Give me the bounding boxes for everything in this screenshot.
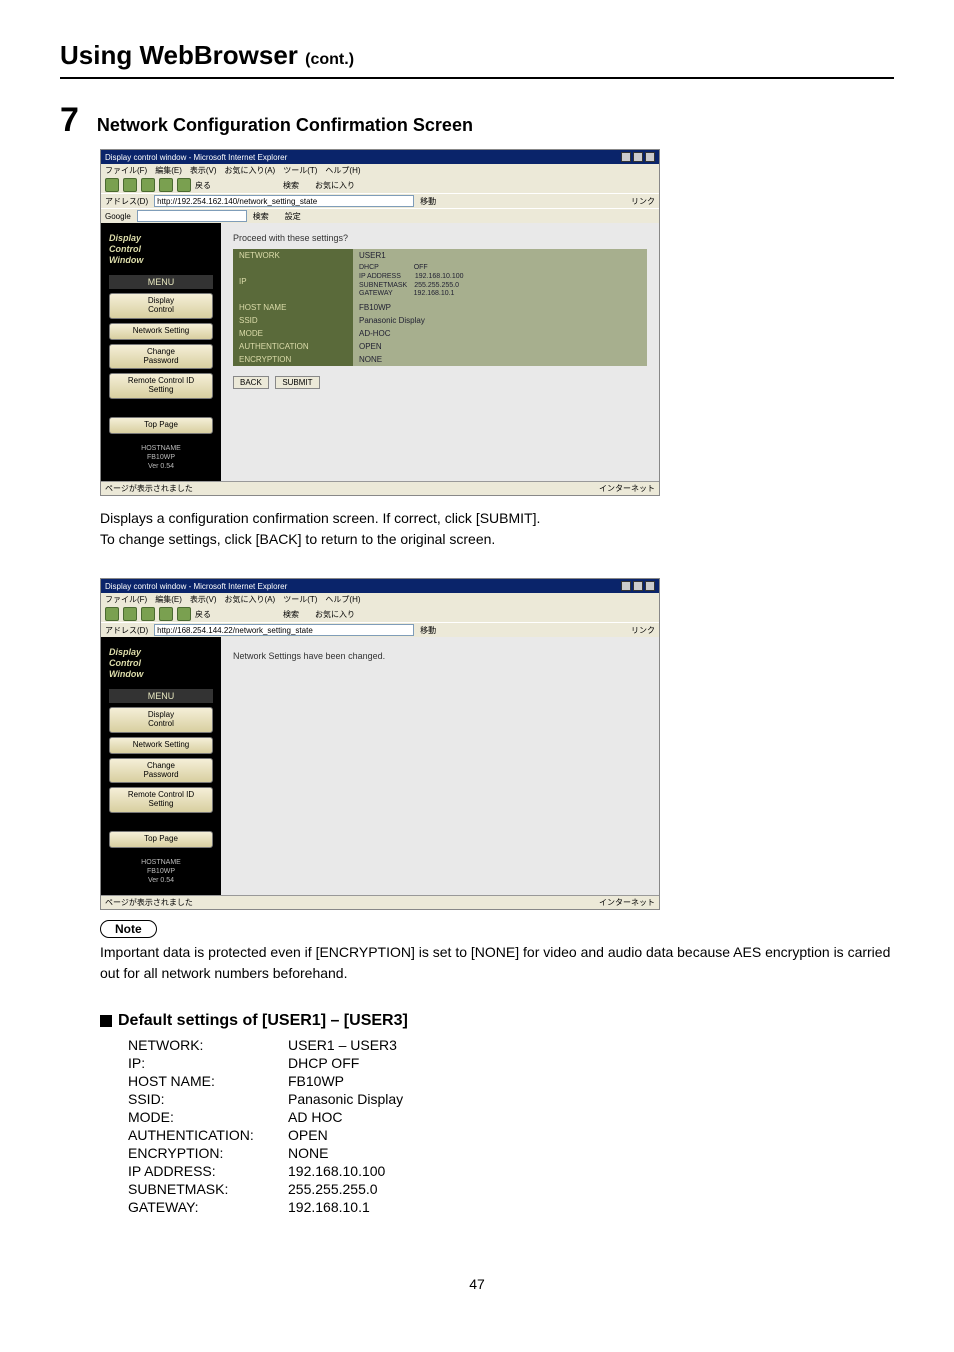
product-logo: Display Control Window xyxy=(109,647,213,679)
toolbar: 戻る 検索 お気に入り xyxy=(101,177,659,193)
addr-input[interactable] xyxy=(154,624,414,636)
links-label[interactable]: リンク xyxy=(631,196,655,207)
close-icon[interactable] xyxy=(645,581,655,591)
sidebar-item-display-control[interactable]: Display Control xyxy=(109,293,213,319)
toolbar-text: 戻る 検索 お気に入り xyxy=(195,609,355,620)
page-number: 47 xyxy=(60,1276,894,1292)
toolbar: 戻る 検索 お気に入り xyxy=(101,606,659,622)
description-paragraph: Displays a configuration confirmation sc… xyxy=(100,508,894,550)
screenshot-changed: Display control window - Microsoft Inter… xyxy=(100,578,894,910)
home-icon[interactable] xyxy=(177,178,191,192)
submit-button[interactable]: SUBMIT xyxy=(275,376,319,389)
forward-icon[interactable] xyxy=(123,607,137,621)
sidebar-item-network-setting[interactable]: Network Setting xyxy=(109,737,213,754)
status-bar: ページが表示されました インターネット xyxy=(101,481,659,495)
minimize-icon[interactable] xyxy=(621,581,631,591)
step-title: Network Configuration Confirmation Scree… xyxy=(97,115,473,136)
addr-label: アドレス(D) xyxy=(105,196,148,207)
menubar[interactable]: ファイル(F) 編集(E) 表示(V) お気に入り(A) ツール(T) ヘルプ(… xyxy=(101,164,659,177)
sidebar: Display Control Window MENU Display Cont… xyxy=(101,223,221,481)
menu-header: MENU xyxy=(109,275,213,289)
close-icon[interactable] xyxy=(645,152,655,162)
browser-window-2: Display control window - Microsoft Inter… xyxy=(100,578,660,910)
config-table: NETWORKUSER1 IPDHCP OFF IP ADDRESS 192.1… xyxy=(233,249,647,366)
menubar[interactable]: ファイル(F) 編集(E) 表示(V) お気に入り(A) ツール(T) ヘルプ(… xyxy=(101,593,659,606)
defaults-heading: Default settings of [USER1] – [USER3] xyxy=(100,1012,894,1030)
google-bar: Google 検索 設定 xyxy=(101,208,659,223)
main-pane: Proceed with these settings? NETWORKUSER… xyxy=(221,223,659,481)
title-main: Using WebBrowser xyxy=(60,40,298,70)
sidebar-item-display-control[interactable]: Display Control xyxy=(109,707,213,733)
form-buttons: BACK SUBMIT xyxy=(233,376,647,389)
google-label: Google xyxy=(105,212,131,221)
address-bar: アドレス(D) 移動 リンク xyxy=(101,193,659,208)
screenshot-confirmation: Display control window - Microsoft Inter… xyxy=(100,149,894,496)
status-right: インターネット xyxy=(599,483,655,494)
sidebar-item-network-setting[interactable]: Network Setting xyxy=(109,323,213,340)
sidebar: Display Control Window MENU Display Cont… xyxy=(101,637,221,895)
window-title: Display control window - Microsoft Inter… xyxy=(105,153,287,162)
product-logo: Display Control Window xyxy=(109,233,213,265)
host-info: HOSTNAME FB10WP Ver 0.54 xyxy=(109,444,213,471)
sidebar-item-change-password[interactable]: Change Password xyxy=(109,344,213,370)
proceed-text: Proceed with these settings? xyxy=(233,233,647,243)
step-number: 7 xyxy=(60,103,79,137)
forward-icon[interactable] xyxy=(123,178,137,192)
titlebar: Display control window - Microsoft Inter… xyxy=(101,579,659,593)
changed-message: Network Settings have been changed. xyxy=(233,647,647,661)
refresh-icon[interactable] xyxy=(159,607,173,621)
back-button[interactable]: BACK xyxy=(233,376,269,389)
go-label[interactable]: 移動 xyxy=(420,625,436,636)
sidebar-item-remote-control-id[interactable]: Remote Control ID Setting xyxy=(109,373,213,399)
page-title: Using WebBrowser (cont.) xyxy=(60,40,894,71)
sidebar-item-remote-control-id[interactable]: Remote Control ID Setting xyxy=(109,787,213,813)
window-buttons xyxy=(621,152,655,162)
status-right: インターネット xyxy=(599,897,655,908)
sidebar-item-change-password[interactable]: Change Password xyxy=(109,758,213,784)
window-title: Display control window - Microsoft Inter… xyxy=(105,582,287,591)
stop-icon[interactable] xyxy=(141,607,155,621)
main-pane: Network Settings have been changed. xyxy=(221,637,659,895)
addr-input[interactable] xyxy=(154,195,414,207)
address-bar: アドレス(D) 移動 リンク xyxy=(101,622,659,637)
minimize-icon[interactable] xyxy=(621,152,631,162)
note-badge: Note xyxy=(100,920,157,938)
go-label[interactable]: 移動 xyxy=(420,196,436,207)
maximize-icon[interactable] xyxy=(633,581,643,591)
host-info: HOSTNAME FB10WP Ver 0.54 xyxy=(109,858,213,885)
titlebar: Display control window - Microsoft Inter… xyxy=(101,150,659,164)
browser-window-1: Display control window - Microsoft Inter… xyxy=(100,149,660,496)
stop-icon[interactable] xyxy=(141,178,155,192)
sidebar-item-top-page[interactable]: Top Page xyxy=(109,417,213,434)
window-buttons xyxy=(621,581,655,591)
status-left: ページが表示されました xyxy=(105,897,193,908)
defaults-table: NETWORK:USER1 – USER3 IP:DHCP OFF HOST N… xyxy=(128,1036,409,1216)
home-icon[interactable] xyxy=(177,607,191,621)
status-left: ページが表示されました xyxy=(105,483,193,494)
links-label[interactable]: リンク xyxy=(631,625,655,636)
maximize-icon[interactable] xyxy=(633,152,643,162)
title-cont: (cont.) xyxy=(305,51,354,68)
back-icon[interactable] xyxy=(105,178,119,192)
refresh-icon[interactable] xyxy=(159,178,173,192)
note-text: Important data is protected even if [ENC… xyxy=(100,942,894,984)
status-bar: ページが表示されました インターネット xyxy=(101,895,659,909)
toolbar-text: 戻る 検索 お気に入り xyxy=(195,180,355,191)
menu-header: MENU xyxy=(109,689,213,703)
addr-label: アドレス(D) xyxy=(105,625,148,636)
back-icon[interactable] xyxy=(105,607,119,621)
google-input[interactable] xyxy=(137,210,247,222)
step-row: 7 Network Configuration Confirmation Scr… xyxy=(60,103,894,137)
sidebar-item-top-page[interactable]: Top Page xyxy=(109,831,213,848)
square-bullet-icon xyxy=(100,1015,112,1027)
google-btns[interactable]: 検索 設定 xyxy=(253,211,301,222)
title-rule xyxy=(60,77,894,79)
